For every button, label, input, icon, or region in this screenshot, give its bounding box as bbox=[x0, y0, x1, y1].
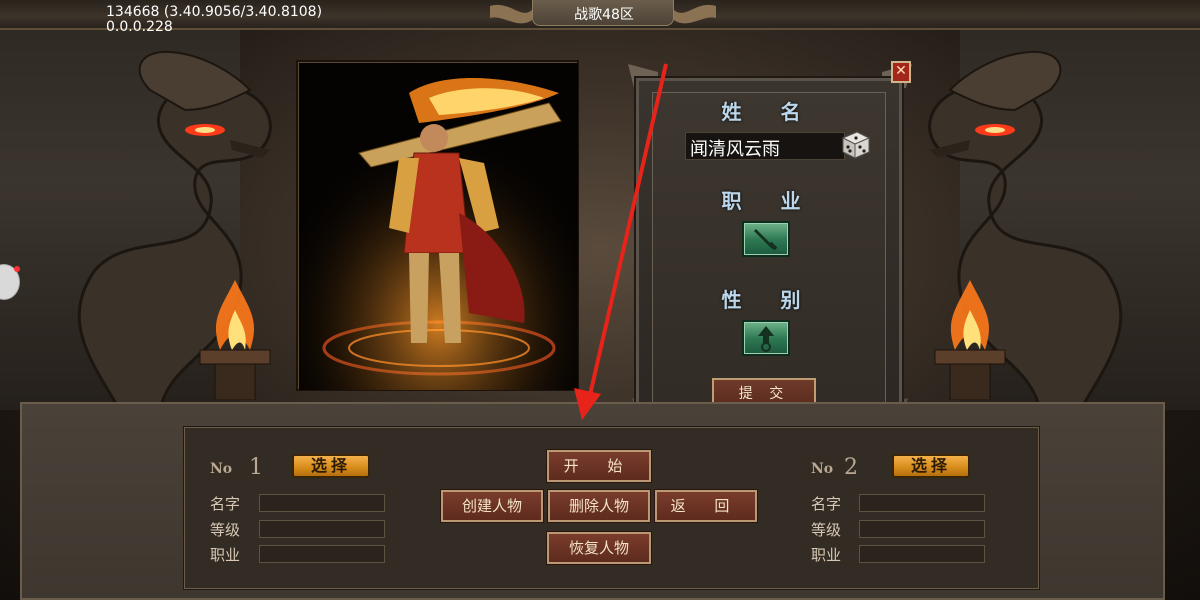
slot-1-select-label: 选择 bbox=[292, 454, 370, 478]
slot-1-select-button[interactable]: 选择 bbox=[282, 450, 380, 480]
gender-heading: 性 别 bbox=[721, 288, 817, 312]
slot-2-job-label: 职业 bbox=[811, 546, 842, 564]
notification-dot bbox=[14, 266, 20, 272]
character-name-input[interactable]: 闻清风云雨 bbox=[685, 132, 845, 160]
slot-2-select-label: 选择 bbox=[892, 454, 970, 478]
character-portrait bbox=[298, 62, 578, 390]
slot-2-level-field bbox=[859, 520, 985, 538]
slot-1-name-label: 名字 bbox=[210, 495, 241, 513]
job-warrior-button[interactable] bbox=[742, 221, 790, 257]
restore-character-button[interactable]: 恢复人物 bbox=[547, 532, 651, 564]
create-character-panel: ✕ 姓 名 闻清风云雨 职 业 性 别 提 交 bbox=[628, 58, 912, 438]
slot-2-no-label: No bbox=[811, 461, 834, 477]
slot-2-job-field bbox=[859, 545, 985, 563]
slot-1-job-field bbox=[259, 545, 385, 563]
gender-male-button[interactable] bbox=[742, 320, 790, 356]
male-symbol-icon bbox=[758, 326, 774, 352]
slot-1-level-field bbox=[259, 520, 385, 538]
create-character-button[interactable]: 创建人物 bbox=[441, 490, 543, 522]
fire-brazier-left bbox=[199, 280, 271, 400]
job-heading: 职 业 bbox=[721, 189, 817, 213]
build-number: 0.0.0.228 bbox=[106, 19, 173, 35]
name-heading: 姓 名 bbox=[721, 100, 817, 124]
slot-1-job-label: 职业 bbox=[210, 546, 241, 564]
close-button[interactable]: ✕ bbox=[891, 61, 911, 83]
random-name-dice-icon[interactable] bbox=[837, 128, 873, 162]
sword-icon bbox=[754, 229, 778, 251]
slot-2-name-label: 名字 bbox=[811, 495, 842, 513]
slot-2-select-button[interactable]: 选择 bbox=[882, 450, 980, 480]
slot-1-name-field bbox=[259, 494, 385, 512]
back-button[interactable]: 返 回 bbox=[655, 490, 757, 522]
start-game-button[interactable]: 开 始 bbox=[547, 450, 651, 482]
warrior-figure bbox=[299, 63, 578, 390]
slot-2-level-label: 等级 bbox=[811, 521, 842, 539]
server-name-plate: 战歌48区 bbox=[490, 0, 716, 32]
slot-2-number: 2 bbox=[844, 455, 858, 480]
client-version: 134668 (3.40.9056/3.40.8108) bbox=[106, 4, 323, 20]
slot-2-name-field bbox=[859, 494, 985, 512]
delete-character-button[interactable]: 删除人物 bbox=[548, 490, 650, 522]
fire-brazier-right bbox=[934, 280, 1006, 400]
slot-1-number: 1 bbox=[249, 455, 263, 480]
server-name: 战歌48区 bbox=[574, 7, 634, 23]
slot-1-no-label: No bbox=[210, 461, 233, 477]
slot-1-level-label: 等级 bbox=[210, 521, 241, 539]
